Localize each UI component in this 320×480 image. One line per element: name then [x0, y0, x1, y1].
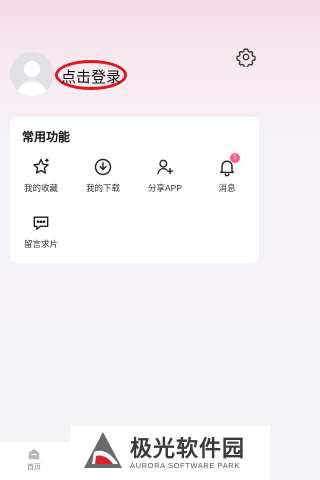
tab-home[interactable]: 首页: [20, 447, 48, 472]
card-title: 常用功能: [22, 130, 71, 144]
download-circle-icon: [94, 158, 112, 176]
tab-home-label: 首页: [27, 464, 41, 471]
aurora-logo-icon: [84, 432, 122, 468]
user-avatar-placeholder-icon: [16, 61, 48, 96]
message-bubble-icon: [33, 216, 49, 230]
watermark-logo: 极光软件园 AURORA SOFTWARE PARK: [70, 425, 270, 480]
downloads-button[interactable]: 我的下载: [75, 157, 131, 194]
messages-button[interactable]: 1 消息: [199, 153, 255, 194]
star-sparkle-icon: [33, 158, 49, 174]
settings-button[interactable]: [236, 47, 256, 69]
watermark-title: 极光软件园: [130, 436, 246, 461]
request-film-label: 留言求片: [23, 239, 58, 249]
message-badge: 1: [230, 153, 240, 163]
messages-label: 消息: [218, 183, 236, 193]
gear-icon: [236, 48, 256, 69]
home-icon: [28, 448, 40, 460]
share-app-button[interactable]: 分享APP: [137, 157, 193, 194]
favorites-label: 我的收藏: [23, 183, 58, 193]
request-film-button[interactable]: 留言求片: [13, 213, 69, 250]
watermark-subtitle: AURORA SOFTWARE PARK: [130, 461, 240, 470]
share-app-label: 分享APP: [147, 183, 182, 193]
add-user-icon: [157, 159, 174, 175]
favorites-button[interactable]: 我的收藏: [13, 157, 69, 194]
login-link[interactable]: 点击登录: [61, 66, 121, 87]
avatar[interactable]: [10, 52, 54, 96]
downloads-label: 我的下载: [85, 183, 120, 193]
functions-card: 常用功能 我的收藏 我的下载 分享APP 1 消息 留言求片: [10, 117, 259, 263]
